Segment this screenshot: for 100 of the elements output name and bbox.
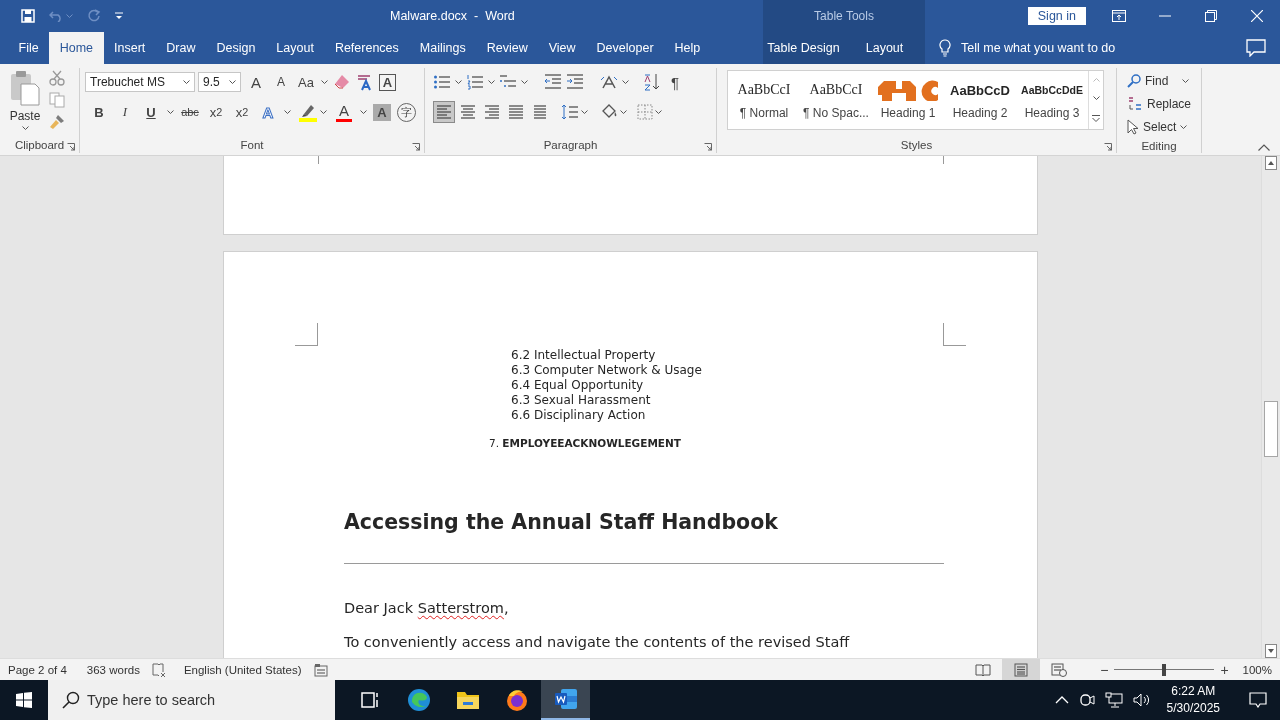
find-button[interactable]: Find (1127, 70, 1192, 92)
strikethrough-button[interactable]: abc (180, 102, 200, 122)
zoom-in-button[interactable]: + (1216, 661, 1233, 678)
style-item[interactable]: Heading 1 (872, 71, 944, 129)
taskbar-search-field[interactable]: Type here to search (48, 680, 335, 720)
asian-layout-icon[interactable] (600, 74, 618, 90)
style-item[interactable]: AaBbCcDdE Heading 3 (1016, 71, 1088, 129)
task-view-icon[interactable] (359, 690, 380, 710)
language-indicator[interactable]: English (United States) (183, 663, 302, 676)
ribbon-tab[interactable]: Home (49, 32, 104, 64)
zoom-slider-thumb[interactable] (1162, 663, 1167, 676)
style-item[interactable]: AaBbCcI ¶ Normal (728, 71, 800, 129)
close-icon[interactable] (1251, 10, 1263, 22)
scroll-down-icon[interactable] (1265, 644, 1277, 658)
ribbon-tab[interactable]: File (8, 32, 50, 64)
camera-icon[interactable] (1078, 692, 1095, 708)
line-spacing-icon[interactable] (561, 103, 579, 121)
caret-icon[interactable] (321, 80, 328, 84)
multilevel-list-icon[interactable] (499, 74, 517, 90)
ribbon-tab[interactable]: Insert (103, 32, 156, 64)
phonetic-guide-icon[interactable] (356, 73, 374, 91)
zoom-level[interactable]: 100% (1242, 663, 1272, 676)
windows-start-icon[interactable] (16, 692, 32, 708)
collapse-ribbon-icon[interactable] (1258, 144, 1270, 151)
edge-browser-icon[interactable] (406, 688, 431, 712)
sort-icon[interactable] (643, 73, 661, 91)
decrease-indent-icon[interactable] (544, 74, 562, 90)
caret-icon[interactable] (284, 110, 291, 114)
caret-icon[interactable] (21, 126, 29, 130)
proofing-icon[interactable] (151, 662, 166, 677)
ribbon-tab[interactable]: Layout (265, 32, 325, 64)
style-item[interactable]: AaBbCcD Heading 2 (944, 71, 1016, 129)
caret-icon[interactable] (620, 110, 627, 114)
font-family-field[interactable]: Trebuchet MS (85, 72, 195, 92)
ribbon-tab[interactable]: Review (476, 32, 539, 64)
character-shading-button[interactable]: A (373, 103, 391, 121)
firefox-icon[interactable] (504, 688, 529, 712)
ribbon-tab[interactable]: Table Design (763, 32, 844, 64)
shrink-font-button[interactable]: A (271, 72, 291, 92)
caret-icon[interactable] (360, 110, 367, 114)
view-mode-button[interactable] (1002, 659, 1041, 680)
caret-icon[interactable] (183, 80, 190, 84)
replace-button[interactable]: Replace (1127, 93, 1192, 115)
font-size-field[interactable]: 9.5 (198, 72, 241, 92)
cut-icon[interactable] (49, 70, 65, 86)
character-border-button[interactable]: A (379, 73, 396, 91)
restore-icon[interactable] (1205, 10, 1217, 22)
scroll-down-icon[interactable] (1092, 96, 1100, 101)
bold-button[interactable]: B (89, 102, 109, 122)
caret-icon[interactable] (320, 110, 327, 114)
show-formatting-marks-button[interactable]: ¶ (665, 72, 685, 92)
italic-button[interactable]: I (115, 102, 135, 122)
dialog-launcher-icon[interactable] (704, 143, 712, 151)
word-count[interactable]: 363 words (86, 663, 140, 676)
clock-time[interactable]: 6:22 AM (1171, 683, 1216, 700)
font-color-button[interactable]: A (334, 101, 354, 123)
caret-icon[interactable] (167, 110, 174, 114)
format-painter-icon[interactable] (49, 114, 65, 130)
dialog-launcher-icon[interactable] (1104, 143, 1112, 151)
ribbon-tab[interactable]: References (324, 32, 410, 64)
caret-icon[interactable] (1182, 79, 1190, 83)
save-icon[interactable] (21, 9, 35, 23)
comments-icon[interactable] (1246, 39, 1266, 57)
caret-icon[interactable] (455, 80, 462, 84)
caret-icon[interactable] (521, 80, 528, 84)
highlighter-icon[interactable] (298, 102, 318, 122)
customize-toolbar-icon[interactable] (115, 12, 123, 20)
grow-font-button[interactable]: A (246, 72, 266, 92)
scrollbar-thumb[interactable] (1264, 401, 1278, 457)
sign-in-button[interactable]: Sign in (1027, 7, 1086, 25)
clock-date[interactable]: 5/30/2025 (1166, 700, 1220, 717)
increase-indent-icon[interactable] (566, 74, 584, 90)
dialog-launcher-icon[interactable] (412, 143, 420, 151)
dialog-launcher-icon[interactable] (67, 143, 75, 151)
caret-icon[interactable] (229, 80, 236, 84)
tray-chevron-icon[interactable] (1054, 696, 1069, 704)
page-count[interactable]: Page 2 of 4 (8, 663, 67, 676)
caret-icon[interactable] (622, 80, 629, 84)
ribbon-display-icon[interactable] (1112, 10, 1126, 22)
tell-me-field[interactable]: Tell me what you want to do (933, 32, 1122, 64)
folder-icon[interactable] (455, 689, 480, 711)
paste-button[interactable]: Paste (5, 68, 45, 137)
underline-button[interactable]: U (141, 102, 161, 122)
ribbon-tab[interactable]: Draw (155, 32, 206, 64)
ribbon-tab[interactable]: Help (664, 32, 711, 64)
caret-icon[interactable] (655, 110, 662, 114)
scroll-up-icon[interactable] (1265, 156, 1277, 170)
select-button[interactable]: Select (1127, 116, 1192, 138)
ribbon-tab[interactable]: Layout (844, 32, 925, 64)
zoom-out-button[interactable]: − (1096, 661, 1113, 678)
ribbon-tab[interactable]: Mailings (409, 32, 477, 64)
ribbon-tab[interactable]: View (538, 32, 587, 64)
ribbon-tab[interactable]: Developer (586, 32, 665, 64)
volume-icon[interactable] (1132, 692, 1151, 708)
word-icon[interactable] (553, 688, 578, 710)
change-case-button[interactable]: Aa (296, 72, 316, 92)
network-icon[interactable] (1104, 692, 1123, 708)
align-left-button[interactable] (433, 101, 455, 123)
ribbon-tab[interactable]: Design (205, 32, 266, 64)
caret-icon[interactable] (488, 80, 495, 84)
